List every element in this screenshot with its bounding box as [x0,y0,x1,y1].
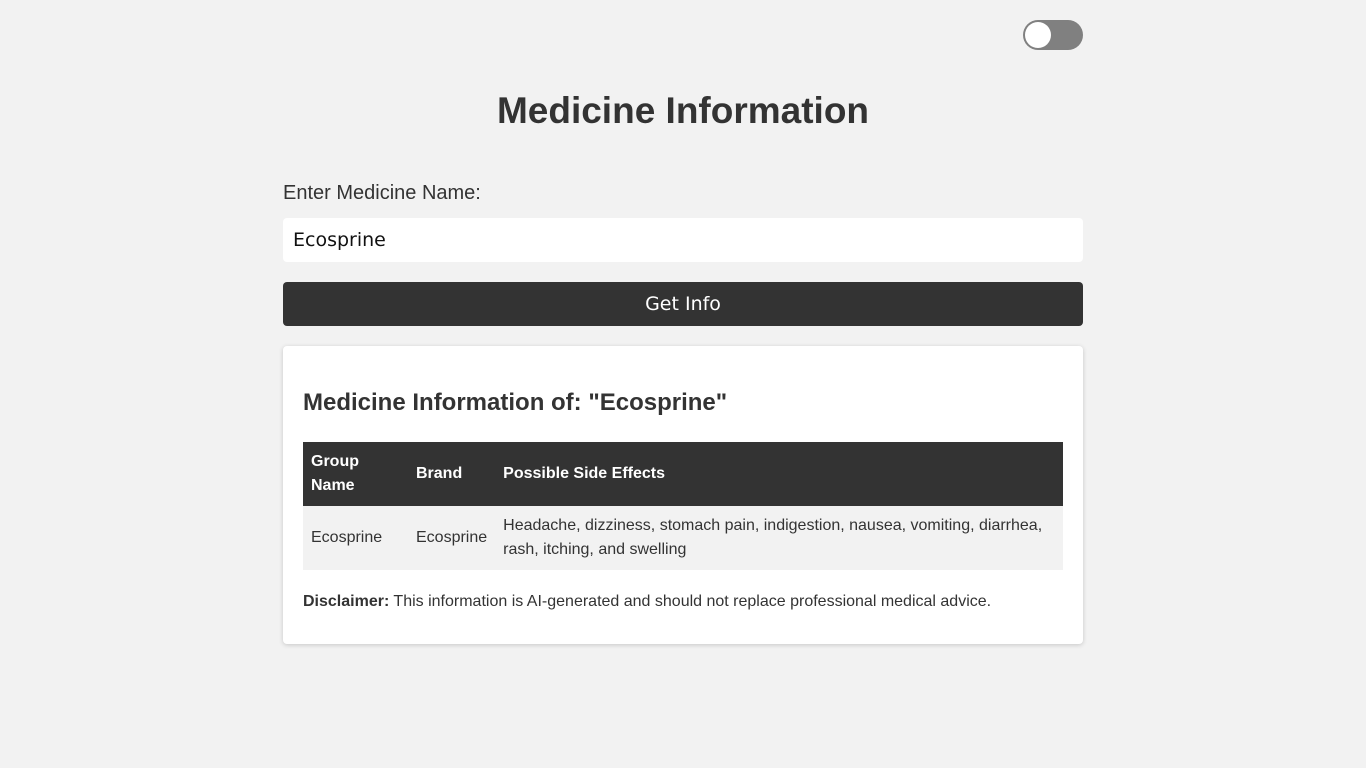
disclaimer-label: Disclaimer: [303,593,390,610]
medicine-info-table: Group Name Brand Possible Side Effects E… [303,442,1063,570]
disclaimer-text: This information is AI-generated and sho… [389,593,992,610]
column-header-side-effects: Possible Side Effects [495,442,1063,506]
page-title: Medicine Information [496,90,870,131]
column-header-brand: Brand [408,442,496,506]
table-body: Ecosprine Ecosprine Headache, dizziness,… [303,506,1063,570]
table-row: Ecosprine Ecosprine Headache, dizziness,… [303,506,1063,570]
table-header-row: Group Name Brand Possible Side Effects [303,442,1063,506]
disclaimer: Disclaimer: This information is AI-gener… [303,590,991,614]
result-heading: Medicine Information of: "Ecosprine" [303,389,728,416]
medicine-name-input[interactable] [283,218,1083,262]
page: Medicine Information Enter Medicine Name… [0,0,1366,768]
medicine-name-label: Enter Medicine Name: [283,182,481,204]
result-card: Medicine Information of: "Ecosprine" Gro… [283,346,1083,644]
get-info-button[interactable]: Get Info [283,282,1083,326]
toggle-knob [1025,22,1051,48]
cell-side-effects: Headache, dizziness, stomach pain, indig… [495,506,1063,570]
cell-group-name: Ecosprine [303,506,408,570]
theme-toggle[interactable] [1023,20,1083,50]
column-header-group-name: Group Name [303,442,408,506]
cell-brand: Ecosprine [408,506,496,570]
table-header: Group Name Brand Possible Side Effects [303,442,1063,506]
